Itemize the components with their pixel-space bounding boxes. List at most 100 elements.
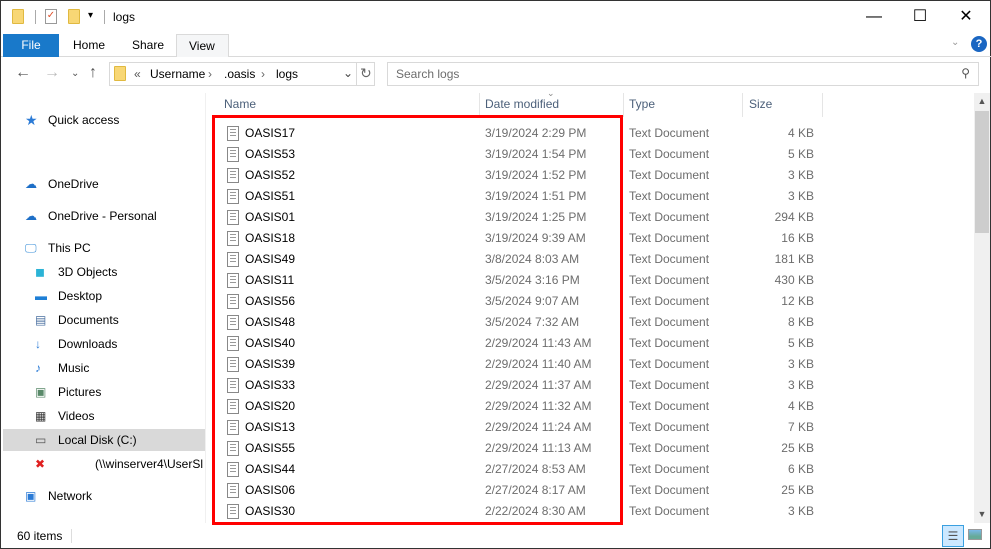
sidebar-item-label: This PC	[48, 241, 91, 255]
file-size: 25 KB	[781, 441, 814, 455]
sidebar-item-3d-objects[interactable]: ◼ 3D Objects	[3, 261, 205, 283]
network-icon: ▣	[25, 489, 37, 503]
file-size: 25 KB	[781, 483, 814, 497]
file-size: 4 KB	[787, 399, 814, 413]
scroll-up-button[interactable]: ▲	[974, 93, 990, 110]
column-header-name[interactable]: Name	[218, 93, 256, 117]
sidebar-item-label: OneDrive	[48, 177, 99, 191]
forward-button[interactable]: →	[44, 64, 60, 82]
column-header-type[interactable]: Type	[623, 93, 655, 117]
sidebar-item-label: Documents	[58, 313, 119, 327]
folder-icon	[114, 66, 126, 81]
document-icon: ▤	[35, 313, 47, 327]
tab-home[interactable]: Home	[61, 34, 117, 57]
file-size: 3 KB	[787, 189, 814, 203]
details-view-button[interactable]: ☰	[942, 525, 964, 547]
file-size: 430 KB	[774, 273, 814, 287]
sidebar-item-label: Quick access	[48, 113, 120, 127]
tab-file[interactable]: File	[3, 34, 59, 57]
sidebar-item-music[interactable]: ♪ Music	[3, 357, 205, 379]
sidebar-item-label: Downloads	[58, 337, 118, 351]
vertical-scrollbar[interactable]: ▲ ▼	[974, 93, 990, 523]
sidebar-item-this-pc[interactable]: 🖵 This PC	[3, 237, 205, 259]
network-drive-disconnected-icon: ✖	[35, 457, 46, 471]
sidebar-item-documents[interactable]: ▤ Documents	[3, 309, 205, 331]
sidebar-item-label: 3D Objects	[58, 265, 118, 279]
scrollbar-thumb[interactable]	[975, 111, 989, 233]
sidebar-item-videos[interactable]: ▦ Videos	[3, 405, 205, 427]
file-type: Text Document	[629, 483, 710, 497]
file-type: Text Document	[629, 357, 710, 371]
file-type: Text Document	[629, 462, 710, 476]
recent-locations-button[interactable]: ⌄	[71, 68, 79, 79]
folder-icon	[12, 9, 24, 24]
sidebar-item-label: OneDrive - Personal	[48, 209, 157, 223]
sidebar-item-quick-access[interactable]: ★ Quick access	[3, 109, 205, 131]
file-type: Text Document	[629, 378, 710, 392]
sidebar-item-downloads[interactable]: ↓ Downloads	[3, 333, 205, 355]
back-button[interactable]: ←	[15, 64, 31, 82]
tab-view[interactable]: View	[176, 34, 229, 57]
sidebar-item-label: (\\winserver4\UserSl	[95, 457, 204, 471]
file-size: 181 KB	[774, 252, 814, 266]
customize-toolbar-icon[interactable]: ▾	[88, 10, 93, 21]
file-type: Text Document	[629, 189, 710, 203]
cloud-icon: ☁	[25, 209, 37, 223]
sidebar-item-local-disk-c[interactable]: ▭ Local Disk (C:)	[3, 429, 205, 451]
video-icon: ▦	[35, 409, 47, 423]
address-dropdown-icon[interactable]: ⌄	[343, 66, 353, 80]
tab-share[interactable]: Share	[120, 34, 176, 57]
computer-icon: 🖵	[25, 241, 37, 255]
drive-icon: ▭	[35, 433, 47, 447]
file-type: Text Document	[629, 399, 710, 413]
search-placeholder: Search logs	[396, 67, 460, 81]
sidebar-item-winserver4-usersl[interactable]: ✖ (\\winserver4\UserSl	[3, 453, 205, 475]
sidebar-item-onedrive[interactable]: ☁ OneDrive	[3, 173, 205, 195]
sidebar-item-label: Local Disk (C:)	[58, 433, 137, 447]
highlight-box	[212, 115, 623, 525]
close-button[interactable]: ✕	[943, 1, 989, 33]
divider	[104, 10, 105, 24]
column-header-size[interactable]: Size	[743, 93, 772, 117]
up-button[interactable]: ↑	[89, 64, 97, 82]
window-title: logs	[113, 10, 136, 24]
expand-ribbon-icon[interactable]: ⌄	[951, 37, 959, 48]
scroll-down-button[interactable]: ▼	[974, 506, 990, 523]
cloud-icon: ☁	[25, 177, 37, 191]
search-icon[interactable]: ⚲	[961, 66, 970, 80]
file-size: 3 KB	[787, 378, 814, 392]
overflow-breadcrumb[interactable]: «	[134, 67, 141, 81]
sidebar-item-label: Music	[58, 361, 90, 375]
sidebar-item-network[interactable]: ▣ Network	[3, 485, 205, 507]
file-type: Text Document	[629, 315, 710, 329]
breadcrumb-oasis[interactable]: .oasis	[224, 67, 255, 81]
file-type: Text Document	[629, 420, 710, 434]
file-type: Text Document	[629, 252, 710, 266]
file-size: 5 KB	[787, 147, 814, 161]
sidebar-item-desktop[interactable]: ▬ Desktop	[3, 285, 205, 307]
file-size: 6 KB	[787, 462, 814, 476]
sidebar-item-label: Pictures	[58, 385, 102, 399]
item-count: 60 items	[17, 529, 63, 543]
help-icon[interactable]: ?	[971, 36, 987, 52]
minimize-button[interactable]: —	[851, 1, 897, 33]
new-folder-icon[interactable]	[68, 9, 80, 24]
breadcrumb-username[interactable]: Username	[150, 67, 205, 81]
refresh-icon[interactable]: ↻	[360, 65, 372, 82]
sidebar-item-label: Desktop	[58, 289, 103, 303]
search-input[interactable]: Search logs ⚲	[387, 62, 979, 86]
properties-icon[interactable]: ✓	[45, 9, 57, 24]
file-type: Text Document	[629, 210, 710, 224]
maximize-button[interactable]: ☐	[897, 1, 943, 33]
sidebar-item-onedrive-personal[interactable]: ☁ OneDrive - Personal	[3, 205, 205, 227]
address-bar[interactable]: « Username › .oasis › logs ⌄ ↻	[109, 62, 375, 86]
sidebar-item-pictures[interactable]: ▣ Pictures	[3, 381, 205, 403]
file-size: 7 KB	[787, 420, 814, 434]
file-type: Text Document	[629, 294, 710, 308]
large-icons-view-button[interactable]	[968, 529, 982, 540]
breadcrumb-logs[interactable]: logs	[276, 67, 298, 81]
column-header-date[interactable]: Date modified	[479, 93, 559, 117]
file-size: 3 KB	[787, 357, 814, 371]
file-size: 16 KB	[781, 231, 814, 245]
file-type: Text Document	[629, 147, 710, 161]
